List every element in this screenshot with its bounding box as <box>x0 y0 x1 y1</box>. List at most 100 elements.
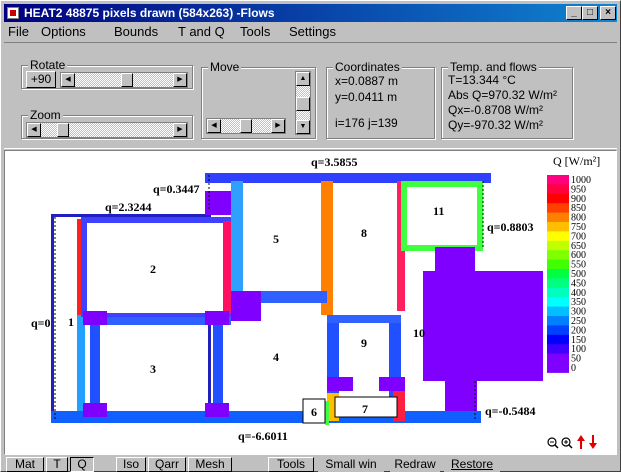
legend-swatch <box>547 231 569 242</box>
move-horizontal-slider[interactable]: ◀ ▶ <box>206 118 286 134</box>
region-2-right-edge <box>223 221 231 313</box>
abs-q-value: Abs Q=970.32 W/m² <box>448 88 558 102</box>
legend-swatch <box>547 287 569 298</box>
legend-swatch <box>547 184 569 195</box>
move-vertical-slider[interactable]: ▲ ▼ <box>295 71 311 135</box>
scroll-left-icon[interactable]: ◀ <box>27 123 41 137</box>
app-window: HEAT2 48875 pixels drawn (584x263) -Flow… <box>0 0 621 472</box>
scroll-left-icon[interactable]: ◀ <box>207 119 221 133</box>
mid-beam <box>261 291 327 303</box>
scroll-down-icon[interactable]: ▼ <box>296 120 310 134</box>
bottom-toolbar: Mat T Q Iso Qarr Mesh Tools Small win Re… <box>4 456 617 472</box>
clip-mid-bottom <box>205 403 229 417</box>
legend-swatch <box>547 353 569 364</box>
region-label-4: 4 <box>273 350 279 364</box>
region-label-9: 9 <box>361 336 367 350</box>
arrow-down-icon[interactable] <box>589 435 597 449</box>
mid-connector <box>231 291 261 321</box>
clip-mid-top <box>205 311 229 325</box>
menu-t-and-q[interactable]: T and Q <box>178 24 225 39</box>
clip-left-top <box>83 311 107 325</box>
t-button[interactable]: T <box>46 457 68 472</box>
menu-tools[interactable]: Tools <box>240 24 270 39</box>
coordinates-group: Coordinates x=0.0887 m y=0.0411 m i=176 … <box>326 60 435 139</box>
legend-swatch <box>547 240 569 251</box>
region-2-inner <box>87 223 225 313</box>
qarr-button[interactable]: Qarr <box>148 457 186 472</box>
region-label-7: 7 <box>362 402 368 416</box>
mesh-button[interactable]: Mesh <box>188 457 232 472</box>
region-10-block <box>423 271 543 381</box>
legend-swatch <box>547 297 569 308</box>
q-top-label: q=3.5855 <box>311 155 358 169</box>
zoom-in-icon[interactable] <box>561 437 573 449</box>
legend-swatch <box>547 325 569 336</box>
legend-swatch <box>547 212 569 223</box>
rotate-thumb[interactable] <box>121 73 133 87</box>
close-button[interactable]: × <box>600 6 616 20</box>
region-label-8: 8 <box>361 226 367 240</box>
menu-file[interactable]: File <box>8 24 29 39</box>
scroll-right-icon[interactable]: ▶ <box>173 73 187 87</box>
coord-y: y=0.0411 m <box>335 90 398 104</box>
q-left-upper-label: q=0.3447 <box>153 182 200 196</box>
region-label-1: 1 <box>68 315 74 329</box>
legend-swatch <box>547 250 569 261</box>
restore-button[interactable]: Restore <box>444 457 500 472</box>
scroll-right-icon[interactable]: ▶ <box>173 123 187 137</box>
menu-settings[interactable]: Settings <box>289 24 336 39</box>
region-label-2: 2 <box>150 262 156 276</box>
zoom-thumb[interactable] <box>57 123 69 137</box>
q-button[interactable]: Q <box>70 457 94 472</box>
scroll-right-icon[interactable]: ▶ <box>271 119 285 133</box>
clip-9-left-bottom <box>327 377 353 391</box>
tools-button[interactable]: Tools <box>268 457 314 472</box>
bottom-beam <box>51 411 481 423</box>
zoom-slider[interactable]: ◀ ▶ <box>26 122 188 138</box>
legend-swatch <box>547 334 569 345</box>
rotate-90-button[interactable]: +90 <box>26 71 56 88</box>
legend-label: 0 <box>571 363 576 374</box>
q-right-upper-label: q=0.8803 <box>487 220 534 234</box>
rotate-slider[interactable]: ◀ ▶ <box>60 72 188 88</box>
menu-options[interactable]: Options <box>41 24 86 39</box>
temperature-value: T=13.344 °C <box>448 73 516 87</box>
legend-swatch <box>547 278 569 289</box>
right-connector <box>435 247 475 271</box>
clip-9-right-bottom <box>379 377 405 391</box>
move-group: Move ◀ ▶ ▲ ▼ <box>201 60 316 139</box>
legend-swatch <box>547 203 569 214</box>
maximize-button[interactable]: □ <box>582 6 598 20</box>
rotate-group: Rotate +90 ◀ ▶ <box>21 58 193 89</box>
arrow-up-icon[interactable] <box>577 435 585 449</box>
legend-swatch <box>547 175 569 185</box>
q-bottom-label: q=-6.6011 <box>238 429 288 443</box>
qx-value: Qx=-0.8708 W/m² <box>448 103 544 117</box>
window-title: HEAT2 48875 pixels drawn (584x263) -Flow… <box>24 6 275 20</box>
zoom-out-icon[interactable] <box>547 437 559 449</box>
scroll-left-icon[interactable]: ◀ <box>61 73 75 87</box>
move-h-thumb[interactable] <box>240 119 252 133</box>
small-win-button[interactable]: Small win <box>318 457 384 472</box>
temp-flows-label: Temp. and flows <box>448 60 539 74</box>
move-v-thumb[interactable] <box>296 97 310 111</box>
region-1-lower <box>77 315 85 415</box>
app-icon[interactable] <box>7 7 19 19</box>
heat-flow-canvas[interactable]: q=3.5855 q=0.3447 q=2.3244 q=0 q=0.8803 … <box>4 150 617 455</box>
legend-swatch <box>547 222 569 232</box>
menu-bounds[interactable]: Bounds <box>114 24 158 39</box>
redraw-button[interactable]: Redraw <box>390 457 440 472</box>
coordinates-label: Coordinates <box>333 60 402 74</box>
iso-button[interactable]: Iso <box>116 457 146 472</box>
coord-ij: i=176 j=139 <box>335 116 398 130</box>
bottom-green-spot <box>325 401 329 425</box>
region-5-left-edge <box>231 181 243 291</box>
flow-plot[interactable]: q=3.5855 q=0.3447 q=2.3244 q=0 q=0.8803 … <box>5 151 617 455</box>
region-label-5: 5 <box>273 232 279 246</box>
minimize-button[interactable]: _ <box>566 6 582 20</box>
scroll-up-icon[interactable]: ▲ <box>296 72 310 86</box>
title-bar[interactable]: HEAT2 48875 pixels drawn (584x263) -Flow… <box>4 4 617 22</box>
region-label-3: 3 <box>150 362 156 376</box>
mat-button[interactable]: Mat <box>6 457 44 472</box>
column-left <box>90 323 100 415</box>
